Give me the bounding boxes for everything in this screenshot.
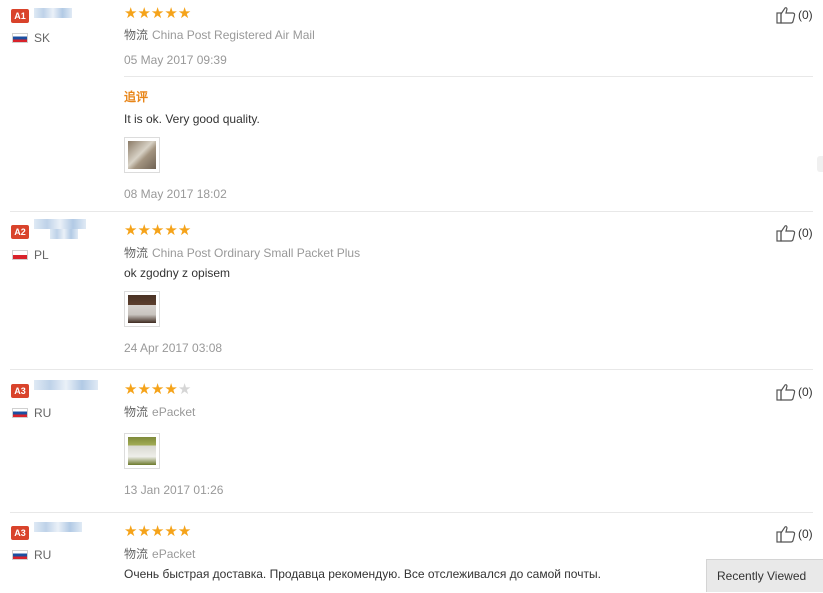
like-count: (0) <box>798 8 813 22</box>
buyer-name-blurred <box>34 380 98 390</box>
star-rating: ★★★★★ <box>124 381 192 398</box>
star-icon: ★ <box>137 381 151 398</box>
buyer-country: SK <box>34 31 51 45</box>
review-text: ok zgodny z opisem <box>124 266 231 280</box>
shipping-label: 物流 <box>124 405 149 419</box>
country-flag-icon <box>12 408 28 418</box>
like-count: (0) <box>798 385 813 399</box>
recently-viewed-tab[interactable]: Recently Viewed <box>706 559 823 592</box>
buyer-name-blurred <box>34 219 86 229</box>
country-flag-icon <box>12 250 28 260</box>
star-icon: ★ <box>150 5 165 22</box>
buyer-name-blurred <box>50 229 78 239</box>
shipping-info: 物流 ePacket <box>124 545 195 562</box>
thumbs-up-icon <box>776 526 796 543</box>
star-icon: ★ <box>124 5 138 22</box>
buyer-level-badge: A1 <box>11 9 29 23</box>
star-icon: ★ <box>150 381 165 398</box>
thumbs-up-icon <box>776 7 796 24</box>
shipping-method: China Post Ordinary Small Packet Plus <box>152 246 361 260</box>
country-flag-icon <box>12 550 28 560</box>
review-date: 13 Jan 2017 01:26 <box>124 483 224 497</box>
star-rating: ★★★★★ <box>124 523 192 540</box>
buyer-level-badge: A3 <box>11 526 29 540</box>
review-text: Очень быстрая доставка. Продавца рекомен… <box>124 567 601 581</box>
thumbs-up-icon <box>776 384 796 401</box>
shipping-method: China Post Registered Air Mail <box>152 28 315 42</box>
photo-image <box>128 141 156 169</box>
photo-image <box>128 437 156 465</box>
shipping-info: 物流 ePacket <box>124 403 195 420</box>
star-icon: ★ <box>164 222 178 239</box>
followup-date: 08 May 2017 18:02 <box>124 187 227 201</box>
buyer-name-blurred <box>34 8 72 18</box>
buyer-level-badge: A2 <box>11 225 29 239</box>
review-divider <box>10 512 813 513</box>
like-count: (0) <box>798 527 813 541</box>
buyer-country: RU <box>34 406 52 420</box>
review-photo-thumbnail[interactable] <box>124 137 160 173</box>
like-button[interactable]: (0) <box>776 224 813 242</box>
star-icon: ★ <box>164 523 178 540</box>
star-icon: ★ <box>177 381 192 398</box>
star-icon: ★ <box>164 5 178 22</box>
star-icon: ★ <box>137 5 151 22</box>
star-icon: ★ <box>137 222 151 239</box>
buyer-country: PL <box>34 248 49 262</box>
review-date: 24 Apr 2017 03:08 <box>124 341 223 355</box>
divider <box>124 76 813 77</box>
thumbs-up-icon <box>776 225 796 242</box>
star-icon: ★ <box>150 222 165 239</box>
star-rating: ★★★★★ <box>124 222 192 239</box>
star-icon: ★ <box>150 523 165 540</box>
country-flag-icon <box>12 33 28 43</box>
like-button[interactable]: (0) <box>776 525 813 543</box>
review-photo-thumbnail[interactable] <box>124 433 160 469</box>
buyer-name-blurred <box>34 522 82 532</box>
shipping-label: 物流 <box>124 547 149 561</box>
like-button[interactable]: (0) <box>776 383 813 401</box>
recently-viewed-label: Recently Viewed <box>717 569 807 583</box>
shipping-method: ePacket <box>152 405 196 419</box>
star-icon: ★ <box>177 523 192 540</box>
buyer-level-badge: A3 <box>11 384 29 398</box>
shipping-label: 物流 <box>124 246 149 260</box>
like-count: (0) <box>798 226 813 240</box>
review-divider <box>10 369 813 370</box>
review-divider <box>10 211 813 212</box>
buyer-country: RU <box>34 548 52 562</box>
followup-label: 追评 <box>124 90 149 104</box>
star-rating: ★★★★★ <box>124 5 192 22</box>
star-icon: ★ <box>124 222 138 239</box>
side-scroll-handle[interactable] <box>817 156 823 172</box>
shipping-method: ePacket <box>152 547 196 561</box>
star-icon: ★ <box>124 381 138 398</box>
review-date: 05 May 2017 09:39 <box>124 53 227 67</box>
photo-image <box>128 295 156 323</box>
like-button[interactable]: (0) <box>776 6 813 24</box>
star-icon: ★ <box>164 381 178 398</box>
shipping-info: 物流 China Post Registered Air Mail <box>124 26 315 43</box>
star-icon: ★ <box>177 222 192 239</box>
star-icon: ★ <box>137 523 151 540</box>
star-icon: ★ <box>177 5 192 22</box>
shipping-info: 物流 China Post Ordinary Small Packet Plus <box>124 244 360 261</box>
review-photo-thumbnail[interactable] <box>124 291 160 327</box>
followup-text: It is ok. Very good quality. <box>124 112 260 126</box>
star-icon: ★ <box>124 523 138 540</box>
shipping-label: 物流 <box>124 28 149 42</box>
